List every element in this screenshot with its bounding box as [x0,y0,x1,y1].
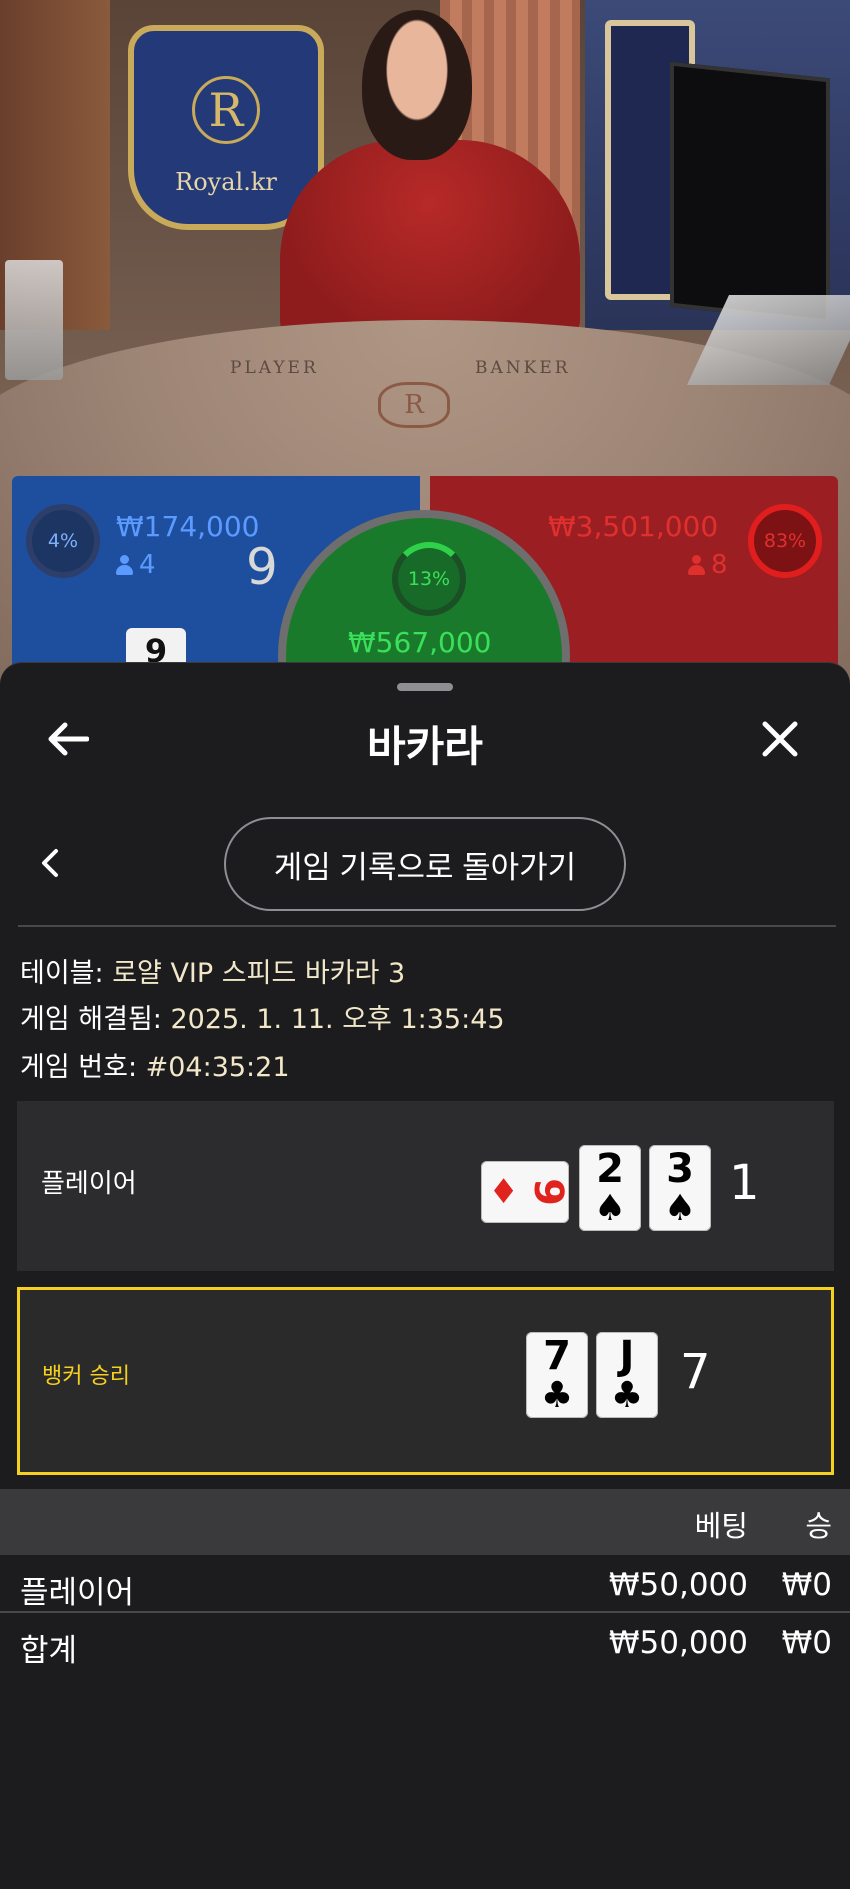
divider [18,925,836,927]
playing-card: 7 ♣ [526,1332,588,1418]
chevron-left-icon [42,849,58,877]
row-divider [0,1611,850,1613]
playing-card: 3 ♠ [649,1145,711,1231]
player-score: 9 [246,538,278,596]
banker-bettor-count: 8 [688,550,728,580]
live-video-feed: R Royal.kr PLAYER BANKER R 4% ₩174,000 4… [0,0,850,700]
player-hand-score: 1 [729,1155,760,1211]
player-hand: 플레이어 ♦ 9 2 ♠ 3 ♠ 1 [17,1101,834,1271]
banker-bet-amount: ₩3,501,000 [548,510,719,543]
banker-percent-ring: 83% [748,504,822,578]
player-hand-label: 플레이어 [41,1169,137,1199]
playing-card: ♦ 9 [481,1161,571,1223]
dealer-head [362,10,472,160]
game-number-info: 게임 번호: #04:35:21 [20,1052,290,1083]
player-percent-ring: 4% [26,504,100,578]
person-icon [688,555,705,575]
banker-hand-score: 7 [680,1344,711,1400]
dealer [280,140,580,350]
playing-card: J ♣ [596,1332,658,1418]
royal-logo: R Royal.kr [128,25,324,230]
felt-logo: R [378,382,450,428]
dealer-monitor [670,61,830,324]
prev-button[interactable] [20,833,80,893]
player-bettor-count: 4 [116,550,156,580]
back-to-history-button[interactable]: 게임 기록으로 돌아가기 [224,817,626,911]
player-bet-amount: ₩174,000 [116,510,260,543]
close-icon [762,721,798,757]
resolved-time-info: 게임 해결됨: 2025. 1. 11. 오후 1:35:45 [20,1004,505,1035]
banker-hand: 뱅커 승리 7 ♣ J ♣ 7 [17,1287,834,1475]
table-row: 플레이어 ₩50,000 ₩0 [20,1567,832,1611]
tie-percent-ring: 13% [392,542,466,616]
card-shoe [5,260,63,380]
table-info: 테이블: 로얄 VIP 스피드 바카라 3 [20,958,406,989]
win-column-header: 승 [805,1509,832,1543]
table-total-row: 합계 ₩50,000 ₩0 [20,1625,832,1669]
sheet-title: 바카라 [367,722,483,771]
playing-card: 2 ♠ [579,1145,641,1231]
tie-bet-amount: ₩567,000 [348,626,492,659]
bet-column-header: 베팅 [694,1509,748,1543]
felt-banker-label: BANKER [475,358,571,378]
close-button[interactable] [750,709,810,769]
game-detail-sheet: 바카라 게임 기록으로 돌아가기 테이블: 로얄 VIP 스피드 바카라 3 게… [0,662,850,1889]
logo-text: Royal.kr [175,168,277,196]
felt-player-label: PLAYER [230,358,319,378]
sheet-grabber[interactable] [397,683,453,691]
bet-table-header: 베팅 승 [0,1489,850,1555]
banker-win-label: 뱅커 승리 [42,1364,130,1389]
person-icon [116,555,133,575]
